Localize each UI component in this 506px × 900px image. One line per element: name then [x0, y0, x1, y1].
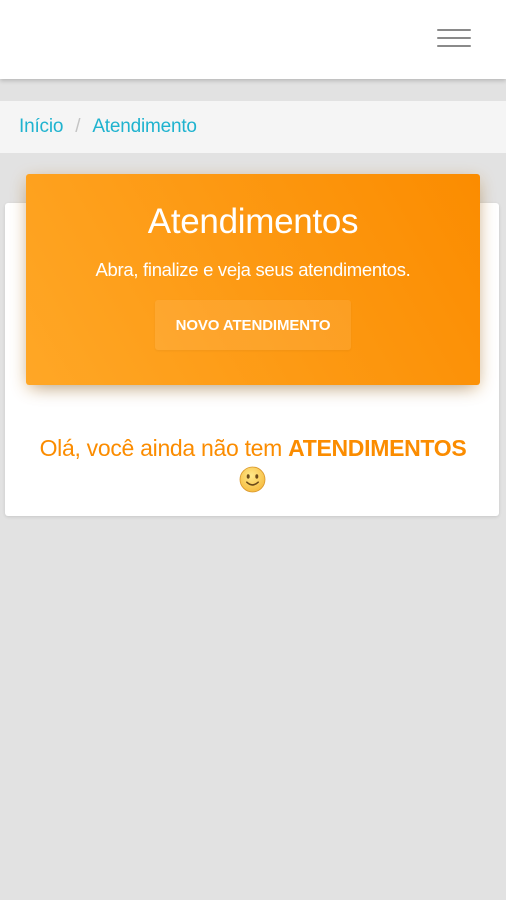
page-subtitle: Abra, finalize e veja seus atendimentos.: [95, 259, 411, 280]
breadcrumb-separator: /: [75, 116, 81, 137]
hamburger-line: [437, 37, 471, 39]
empty-state-text: Olá, você ainda não tem: [39, 435, 289, 461]
novo-atendimento-button[interactable]: NOVO ATENDIMENTO: [155, 300, 351, 350]
breadcrumb-item-atendimento[interactable]: Atendimento: [92, 116, 197, 138]
breadcrumb: Início / Atendimento: [0, 101, 506, 153]
atendimentos-header-panel: Atendimentos Abra, finalize e veja seus …: [26, 174, 480, 385]
hamburger-line: [437, 29, 471, 31]
hamburger-menu-icon[interactable]: [426, 20, 482, 56]
page-title: Atendimentos: [147, 202, 359, 241]
top-navbar: [0, 0, 506, 79]
smiley-face-icon: [239, 466, 266, 493]
breadcrumb-item-inicio[interactable]: Início: [19, 116, 63, 138]
hamburger-line: [437, 45, 471, 47]
empty-state-message: Olá, você ainda não tem ATENDIMENTOS: [0, 432, 506, 464]
empty-state-emphasis: ATENDIMENTOS: [288, 435, 467, 461]
